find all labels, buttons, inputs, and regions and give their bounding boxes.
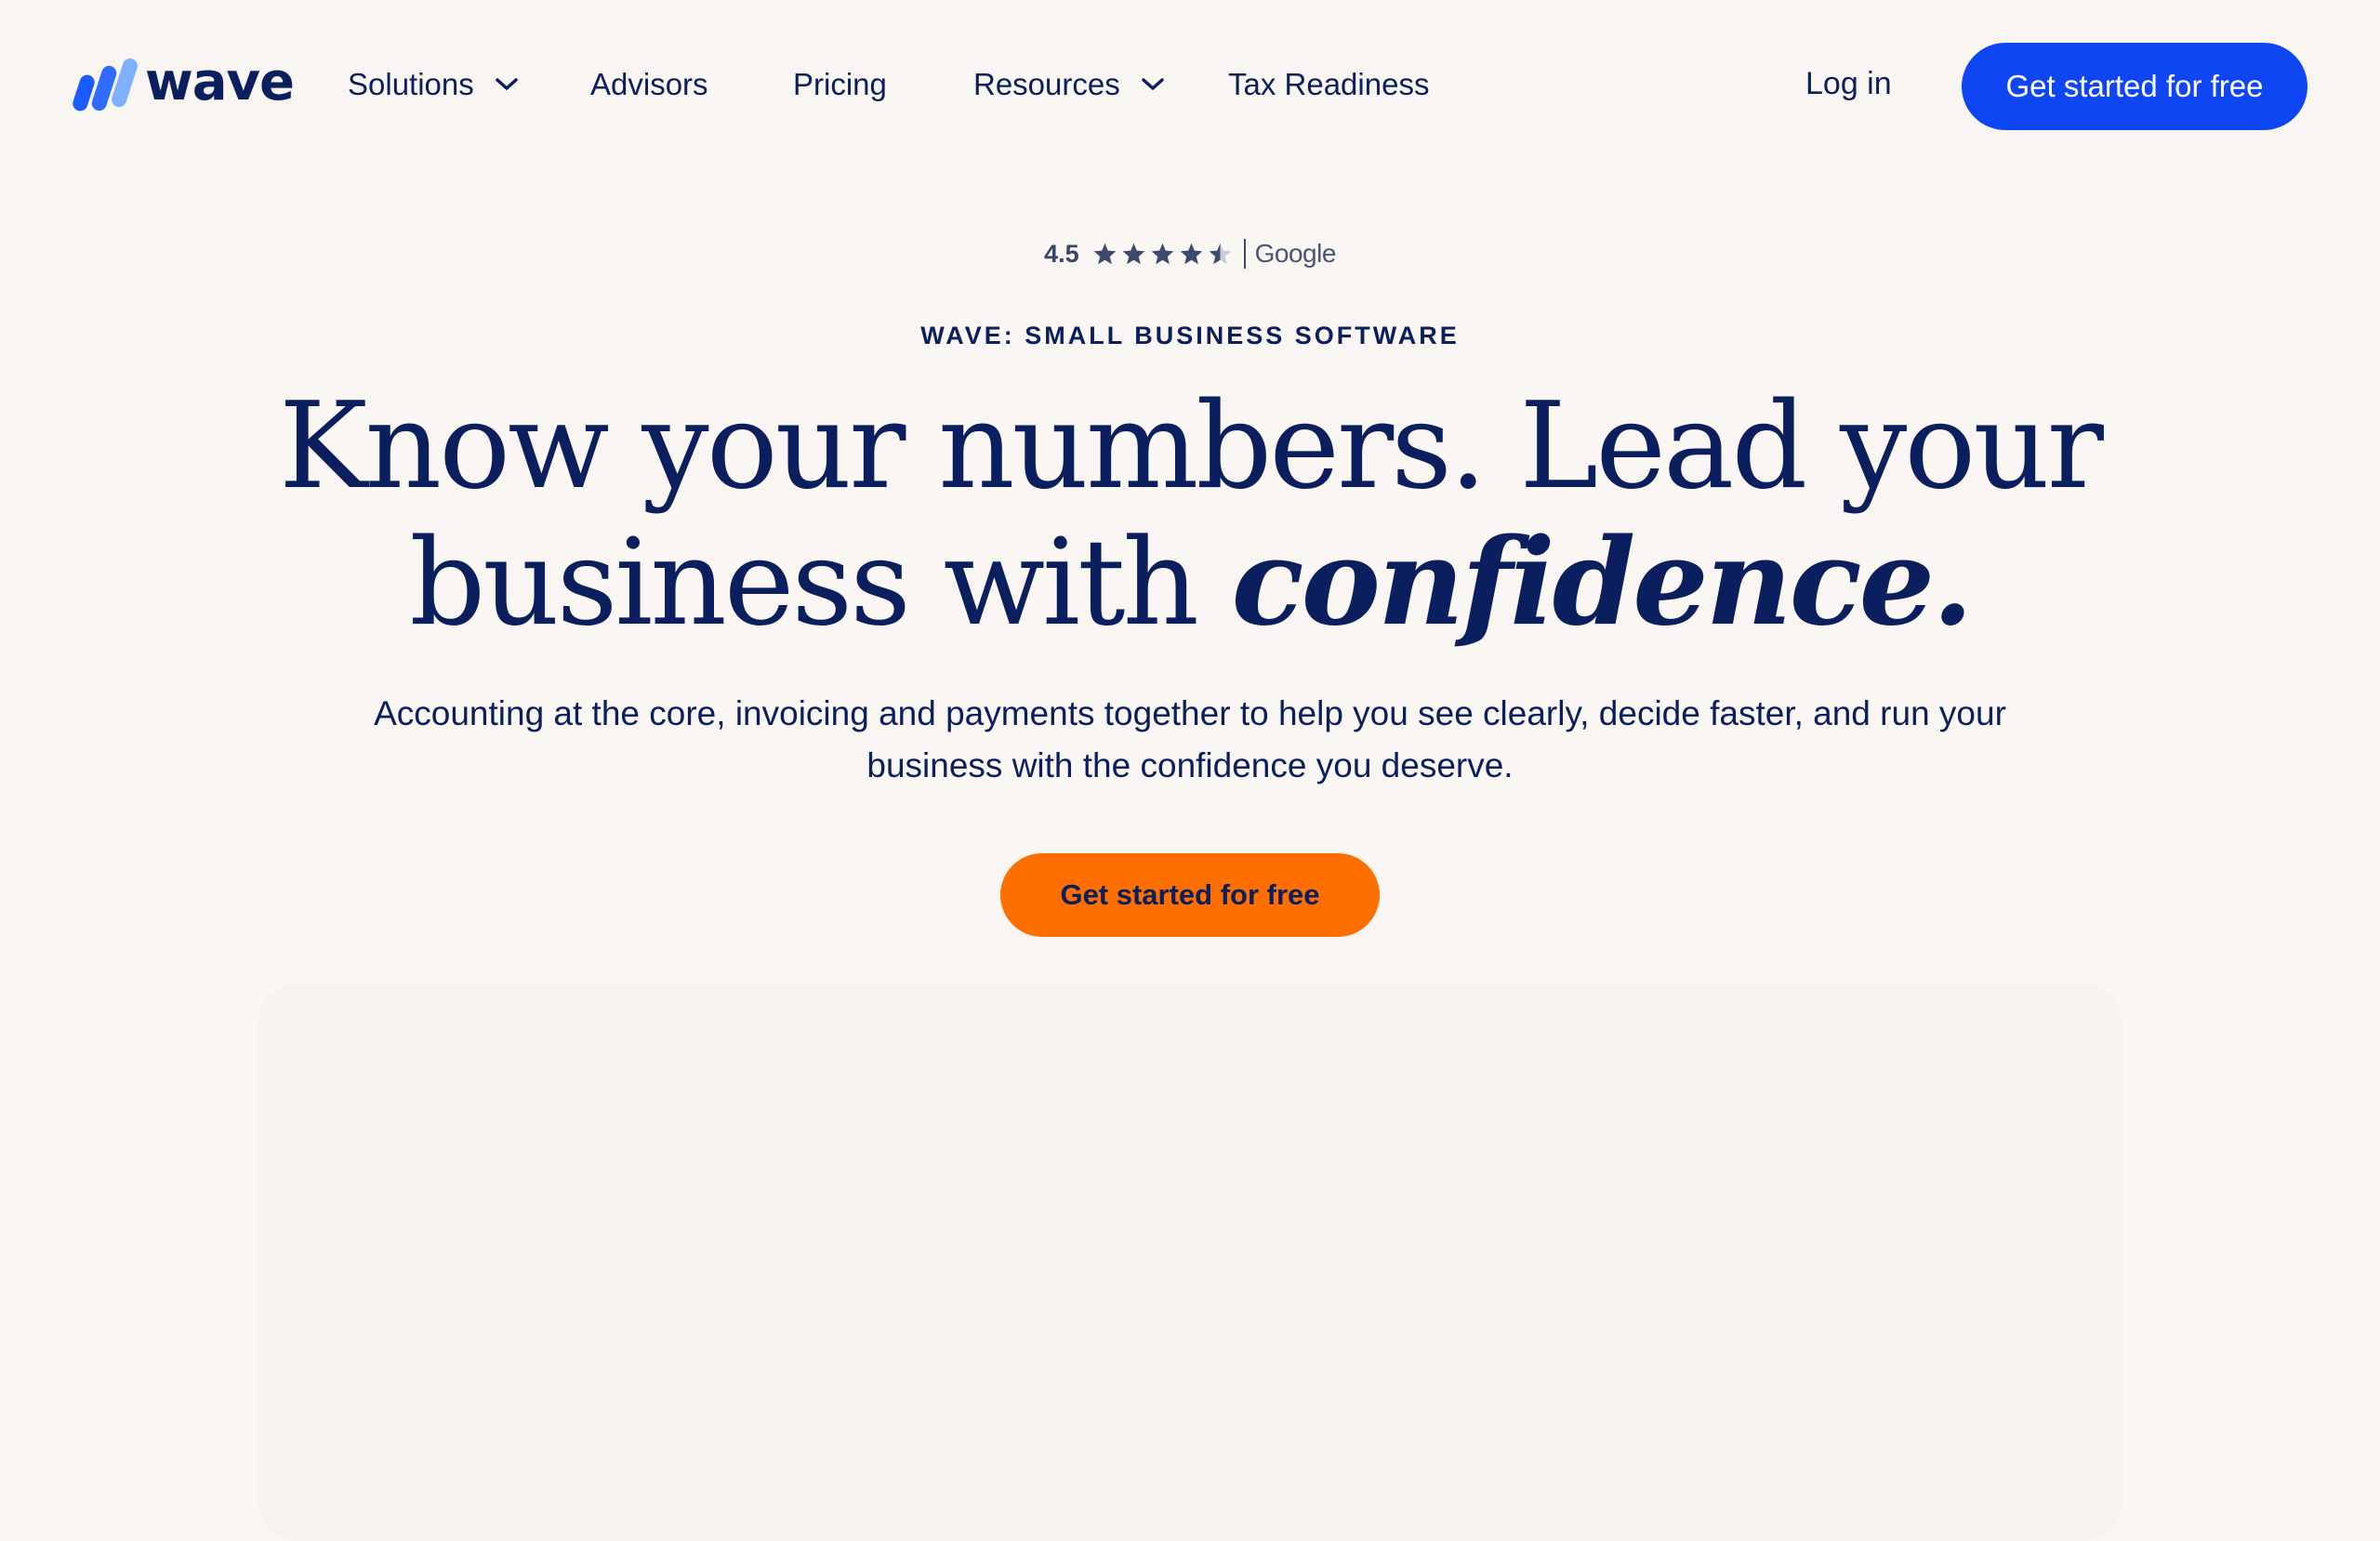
subtext-line-2: business with the confidence you deserve… bbox=[866, 746, 1514, 784]
chevron-down-icon bbox=[496, 78, 518, 90]
star-icon bbox=[1151, 243, 1173, 264]
nav-pricing[interactable]: Pricing bbox=[793, 59, 887, 110]
rating-source: Google bbox=[1254, 239, 1337, 268]
nav-advisors-label: Advisors bbox=[590, 67, 708, 101]
nav-resources-label: Resources bbox=[973, 67, 1120, 101]
login-link[interactable]: Log in bbox=[1805, 58, 1892, 110]
star-icon bbox=[1180, 243, 1202, 264]
logo-wordmark: wave bbox=[145, 52, 295, 112]
rating-divider bbox=[1243, 239, 1246, 269]
hero-get-started-button[interactable]: Get started for free bbox=[1000, 853, 1380, 937]
nav-advisors[interactable]: Advisors bbox=[590, 59, 708, 110]
rating-score: 4.5 bbox=[1044, 239, 1079, 268]
site-header: wave Solutions Advisors Pricing Resource… bbox=[0, 0, 2380, 175]
hero-eyebrow: WAVE: SMALL BUSINESS SOFTWARE bbox=[920, 322, 1460, 349]
header-get-started-button[interactable]: Get started for free bbox=[1962, 43, 2307, 130]
nav-solutions[interactable]: Solutions bbox=[348, 59, 519, 110]
nav-tax-readiness[interactable]: Tax Readiness bbox=[1228, 59, 1429, 110]
hero-headline: Know your numbers. Lead your business wi… bbox=[0, 379, 2380, 652]
rating-stars bbox=[1092, 242, 1236, 267]
headline-line-2: business with bbox=[409, 514, 1199, 652]
wave-logo-icon bbox=[73, 58, 138, 112]
nav-solutions-label: Solutions bbox=[348, 67, 474, 101]
headline-line-1: Know your numbers. Lead your bbox=[279, 377, 2104, 516]
headline-emphasis: confidence. bbox=[1231, 513, 1974, 652]
subtext-line-1: Accounting at the core, invoicing and pa… bbox=[374, 694, 2006, 732]
chevron-down-icon bbox=[1141, 78, 1164, 90]
nav-tax-readiness-label: Tax Readiness bbox=[1228, 67, 1430, 101]
google-rating: 4.5 Google bbox=[0, 232, 2380, 275]
nav-pricing-label: Pricing bbox=[793, 67, 887, 101]
star-icon bbox=[1209, 243, 1231, 264]
star-icon bbox=[1122, 243, 1144, 264]
hero-media-panel bbox=[258, 983, 2122, 1541]
star-icon bbox=[1093, 243, 1116, 264]
wave-logo[interactable]: wave bbox=[71, 52, 295, 119]
nav-resources[interactable]: Resources bbox=[973, 59, 1165, 110]
hero-subtext: Accounting at the core, invoicing and pa… bbox=[260, 688, 2120, 792]
